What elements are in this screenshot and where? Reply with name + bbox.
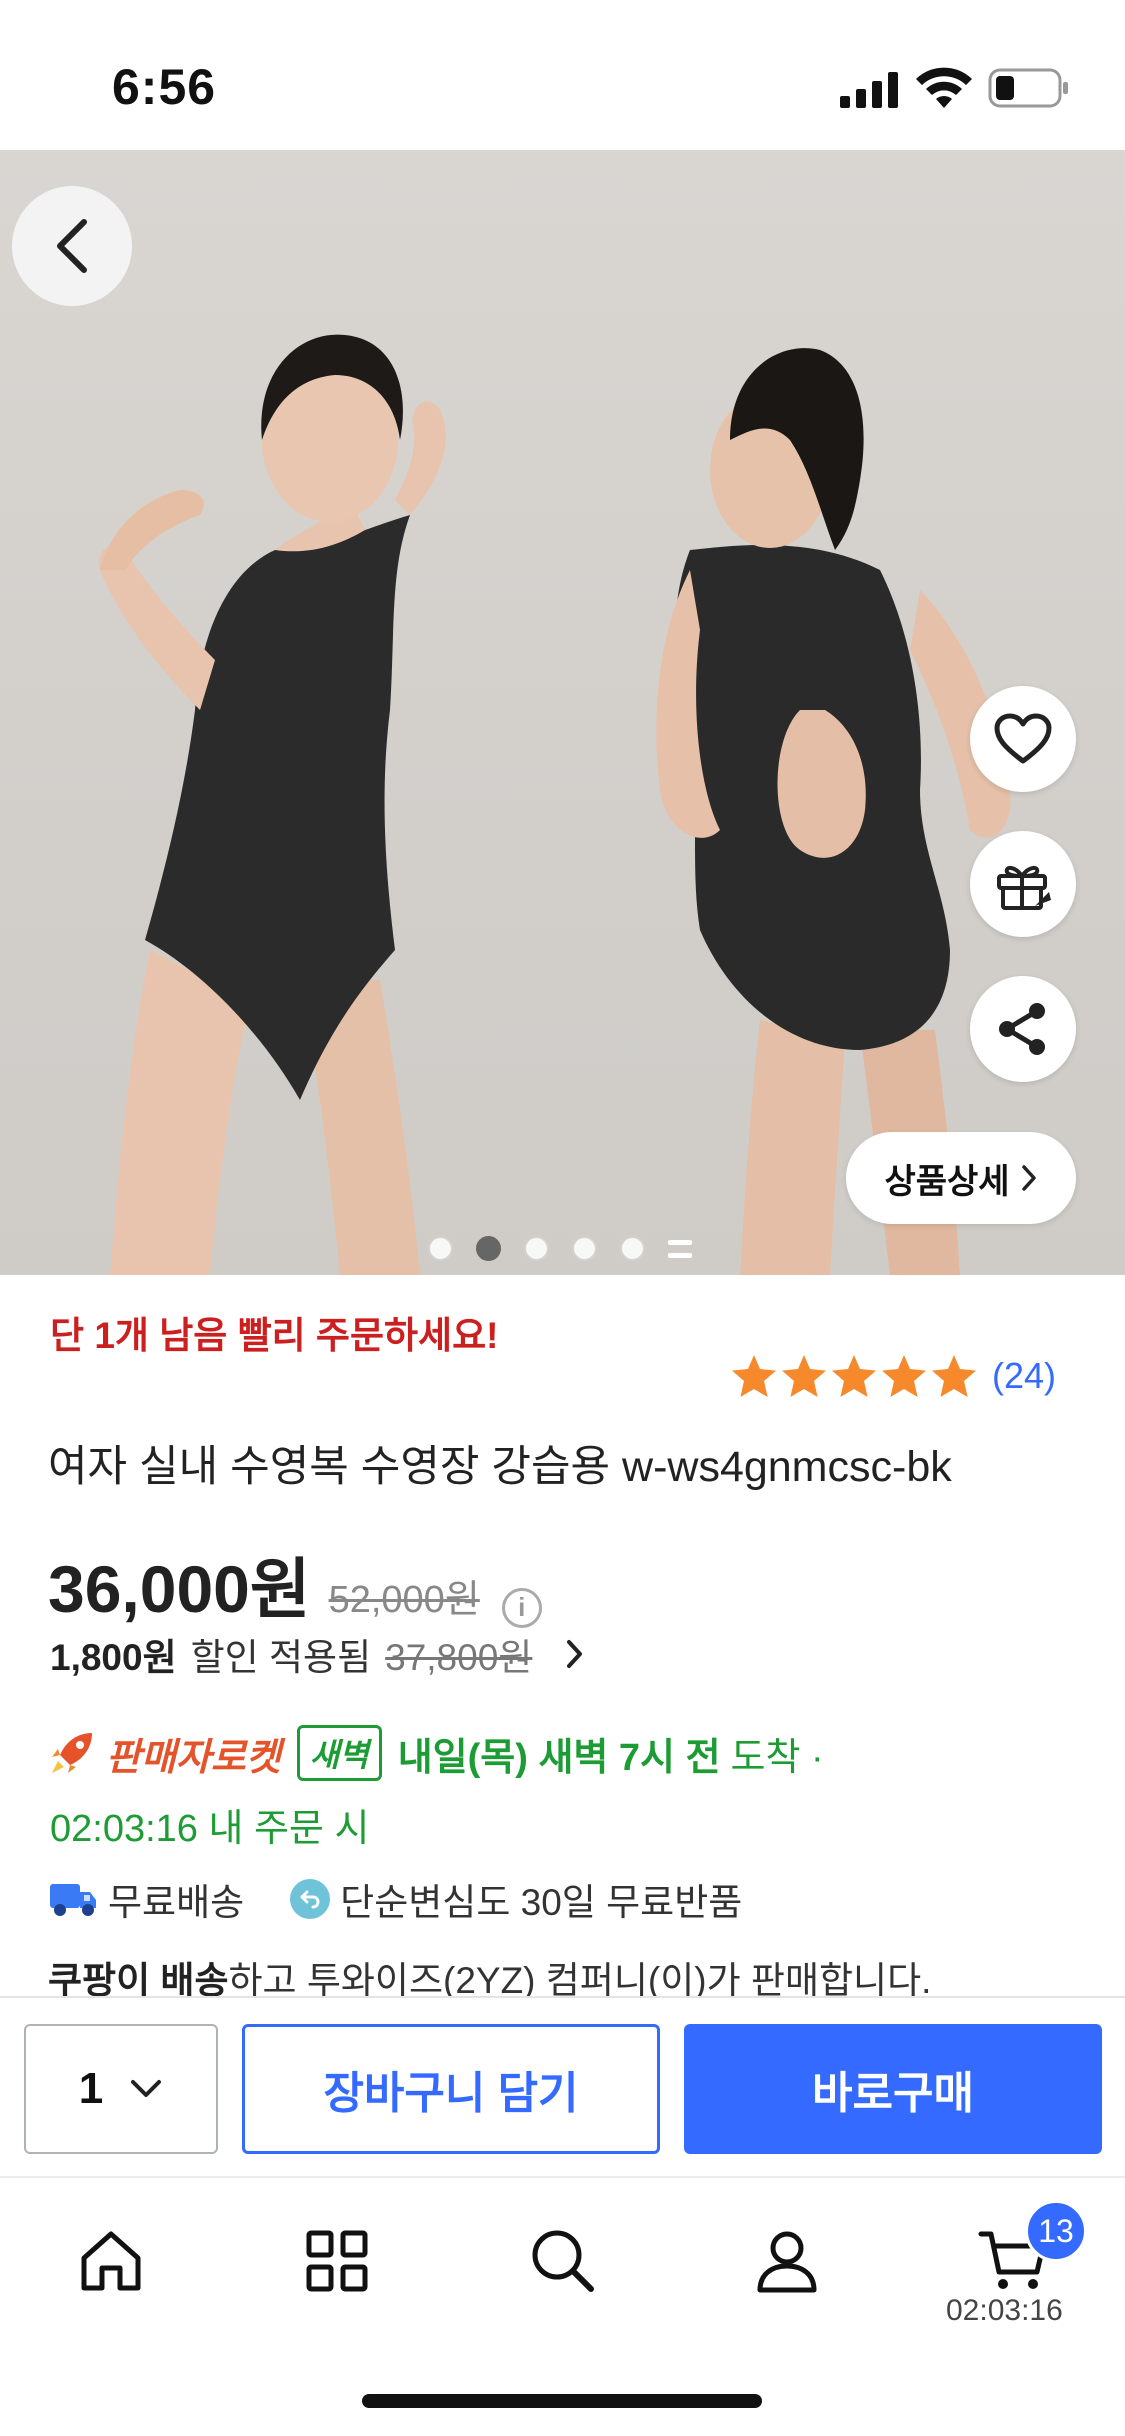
star-icon: [732, 1355, 776, 1397]
star-icon: [832, 1355, 876, 1397]
cart-count-badge: 13: [1025, 2200, 1087, 2262]
rating[interactable]: (24): [730, 1353, 1056, 1399]
tab-search[interactable]: [518, 2216, 608, 2306]
dawn-delivery-badge: 새벽: [296, 1725, 382, 1781]
discount-amount: 1,800원: [50, 1637, 177, 1678]
chevron-down-icon: [131, 2080, 162, 2097]
tab-my-account[interactable]: [742, 2216, 832, 2306]
seller-info-text: 하고 투와이즈(2YZ) 컴퍼니(이)가 판매합니다.: [228, 1960, 932, 2001]
search-icon: [532, 2230, 594, 2292]
product-detail-button[interactable]: 상품상세: [846, 1132, 1076, 1224]
wishlist-button[interactable]: [970, 686, 1076, 792]
product-detail-label: 상품상세: [884, 1162, 1010, 1201]
carousel-dot[interactable]: [572, 1236, 597, 1261]
star-icon: [932, 1355, 976, 1397]
seller-delivery-bold: 쿠팡이 배송: [48, 1960, 229, 2001]
price-row: 36,000원 52,000원 i: [48, 1536, 542, 1632]
quantity-select[interactable]: 1: [24, 2024, 218, 2154]
chevron-right-icon: [567, 1640, 583, 1668]
product-title: 여자 실내 수영복 수영장 강습용 w-ws4gnmcsc-bk: [48, 1443, 952, 1491]
rating-stars: [730, 1353, 978, 1399]
delivery-estimate: 판매자로켓 새벽 내일(목) 새벽 7시 전 도착 ·: [48, 1725, 824, 1781]
status-bar: 6:56: [0, 0, 1125, 150]
heart-icon: [994, 713, 1052, 764]
sale-price: 36,000원: [48, 1552, 311, 1626]
carousel-indicator: [428, 1236, 692, 1261]
star-icon: [882, 1355, 926, 1397]
arrival-time: 내일(목) 새벽 7시 전: [397, 1736, 721, 1779]
quantity-value: 1: [78, 2064, 104, 2113]
star-icon: [782, 1355, 826, 1397]
back-button[interactable]: [12, 186, 132, 306]
cart-timer: 02:03:16: [946, 2294, 1063, 2327]
product-photo: [99, 334, 1011, 1275]
rocket-icon: [52, 1733, 92, 1773]
truck-icon: [50, 1884, 96, 1916]
carousel-dot[interactable]: [524, 1236, 549, 1261]
carousel-dot-active[interactable]: [476, 1236, 501, 1261]
stock-urgency-text: 단 1개 남음 빨리 주문하세요!: [50, 1315, 499, 1356]
home-icon: [81, 2231, 141, 2291]
battery-icon: [988, 68, 1068, 108]
original-price: 52,000원: [328, 1579, 480, 1621]
carousel-more-icon[interactable]: [668, 1237, 692, 1261]
discount-row[interactable]: 1,800원 할인 적용됨 37,800원: [50, 1627, 586, 1681]
arrival-suffix: 도착 ·: [730, 1736, 824, 1779]
chevron-left-icon: [57, 219, 87, 273]
purchase-action-bar: 1 장바구니 담기 바로구매: [0, 1996, 1125, 2176]
free-return-label: 단순변심도 30일 무료반품: [340, 1882, 743, 1923]
order-deadline: 02:03:16 내 주문 시: [50, 1808, 370, 1850]
gift-rocket-icon: [997, 865, 1051, 910]
user-icon: [757, 2231, 817, 2293]
carousel-dot[interactable]: [620, 1236, 645, 1261]
tab-categories[interactable]: [292, 2216, 382, 2306]
share-button[interactable]: [970, 976, 1076, 1082]
discount-label: 할인 적용됨: [190, 1637, 372, 1678]
add-to-cart-button[interactable]: 장바구니 담기: [242, 2024, 660, 2154]
return-icon: [290, 1879, 331, 1919]
carousel-dot[interactable]: [428, 1236, 453, 1261]
tab-home[interactable]: [66, 2216, 156, 2306]
wifi-icon: [916, 67, 972, 108]
status-time: 6:56: [112, 59, 217, 115]
seller-rocket-label: 판매자로켓: [106, 1736, 281, 1779]
buy-now-button[interactable]: 바로구매: [684, 2024, 1102, 2154]
grid-icon: [306, 2230, 368, 2292]
cellular-signal-icon: [840, 72, 898, 108]
share-icon: [999, 1003, 1045, 1055]
product-image-carousel[interactable]: 상품상세: [0, 150, 1125, 1275]
delivery-perks: 무료배송 단순변심도 30일 무료반품: [48, 1872, 742, 1926]
free-shipping-label: 무료배송: [108, 1882, 245, 1923]
chevron-right-icon: [1021, 1165, 1036, 1191]
pre-discount-price: 37,800원: [385, 1637, 533, 1678]
info-icon[interactable]: i: [501, 1587, 542, 1628]
review-count[interactable]: (24): [992, 1355, 1056, 1397]
gift-button[interactable]: [970, 831, 1076, 937]
home-indicator: [362, 2394, 762, 2408]
